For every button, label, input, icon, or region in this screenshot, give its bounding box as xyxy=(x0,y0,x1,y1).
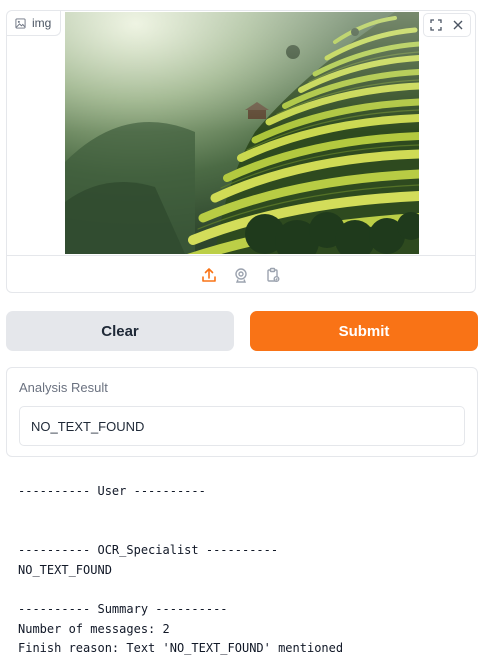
analysis-result-field[interactable]: NO_TEXT_FOUND xyxy=(19,406,465,446)
uploaded-image-rice-terraces xyxy=(65,12,419,254)
log-messages-count: Number of messages: 2 xyxy=(18,622,170,636)
clear-button[interactable]: Clear xyxy=(6,311,234,351)
log-finish-reason: Finish reason: Text 'NO_TEXT_FOUND' ment… xyxy=(18,641,344,655)
image-icon xyxy=(15,17,26,29)
image-input-label: img xyxy=(7,11,62,36)
rice-terraces-photo xyxy=(65,12,419,254)
log-user-header: ---------- User ---------- xyxy=(18,484,206,498)
image-source-toolbar xyxy=(7,263,475,287)
log-ocr-output: NO_TEXT_FOUND xyxy=(18,563,112,577)
panel-divider xyxy=(7,255,475,256)
image-input-panel: img xyxy=(6,10,476,293)
clipboard-icon[interactable] xyxy=(263,265,283,285)
analysis-result-label: Analysis Result xyxy=(19,380,108,395)
image-corner-toolbar xyxy=(423,13,471,37)
image-input-label-text: img xyxy=(32,16,52,30)
log-ocr-header: ---------- OCR_Specialist ---------- xyxy=(18,543,279,557)
analysis-result-panel: Analysis Result NO_TEXT_FOUND xyxy=(6,367,478,457)
close-icon[interactable] xyxy=(448,15,468,35)
log-summary-header: ---------- Summary ---------- xyxy=(18,602,228,616)
upload-icon[interactable] xyxy=(199,265,219,285)
fullscreen-icon[interactable] xyxy=(426,15,446,35)
submit-button[interactable]: Submit xyxy=(250,311,478,351)
webcam-icon[interactable] xyxy=(231,265,251,285)
